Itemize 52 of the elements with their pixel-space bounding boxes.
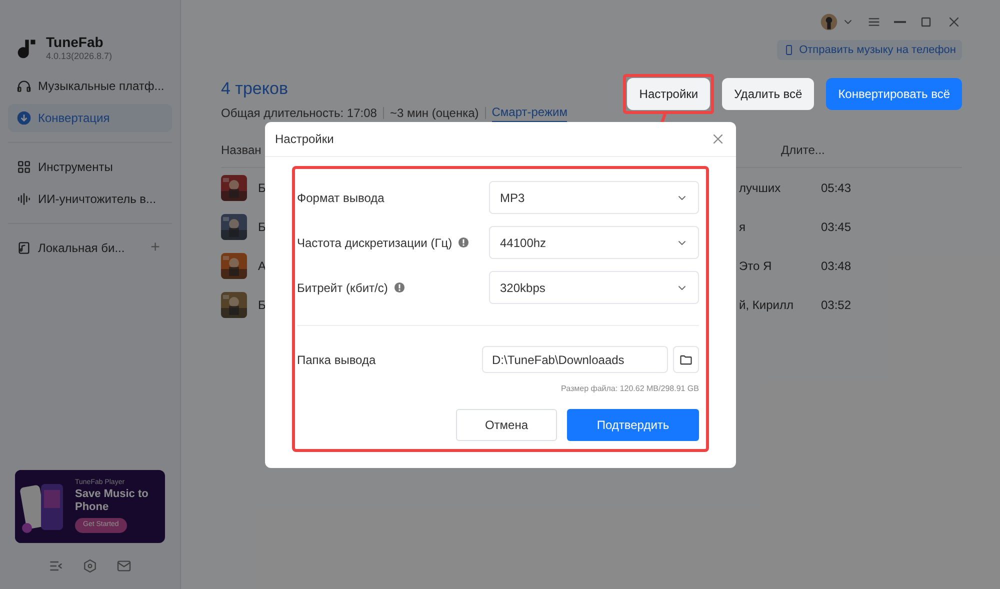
cancel-button[interactable]: Отмена: [456, 409, 557, 441]
toolbar-button[interactable]: Удалить всё: [722, 78, 814, 110]
track-title: Б: [258, 218, 267, 236]
track-duration: 05:43: [821, 180, 852, 196]
column-header: Длите...: [781, 142, 825, 158]
track-artist: я: [739, 218, 746, 236]
folder-icon: [679, 352, 693, 366]
dialog-title: Настройки: [275, 131, 334, 148]
sidebar-item[interactable]: Инструменты: [8, 153, 172, 181]
app-name: TuneFab: [46, 34, 104, 50]
toolbar-button[interactable]: Настройки: [627, 78, 710, 110]
estimate-text: ~3 мин (оценка): [390, 104, 479, 122]
browse-folder-button[interactable]: [673, 346, 699, 373]
app-version: 4.0.13(2026.8.7): [46, 50, 112, 62]
field-label: Папка вывода: [297, 352, 376, 368]
download-icon: [16, 110, 32, 126]
track-title: Б: [258, 180, 267, 196]
dropdown[interactable]: MP3: [489, 181, 699, 214]
minimize-icon: [894, 21, 906, 23]
column-header: Назван: [221, 142, 262, 158]
toolbar-button[interactable]: Конвертировать всё: [826, 78, 962, 110]
add-button[interactable]: +: [150, 236, 164, 260]
send-to-phone-button[interactable]: Отправить музыку на телефон: [777, 40, 962, 60]
folder-path-field[interactable]: D:\TuneFab\Downloaads: [482, 346, 668, 373]
file-size-text: Размер файла: 120.62 MB/298.91 GB: [561, 383, 699, 395]
settings-icon: [82, 558, 98, 574]
mail-icon: [116, 558, 132, 574]
dropdown[interactable]: 320kbps: [489, 271, 699, 304]
promo-headline: Save Music to Phone: [75, 488, 150, 514]
confirm-button[interactable]: Подтвердить: [567, 409, 699, 441]
track-count: 4 треков: [221, 78, 289, 100]
sidebar-item[interactable]: Музыкальные платф...: [8, 72, 172, 100]
logo-icon: [16, 37, 38, 59]
field-label: Частота дискретизации (Гц): [297, 234, 452, 252]
sidebar-item[interactable]: Локальная би... +: [8, 234, 172, 262]
grid-icon: [16, 159, 32, 175]
track-duration: 03:45: [821, 218, 852, 236]
track-artist: Это Я: [739, 258, 773, 274]
waveform-icon: [16, 191, 32, 207]
sidebar-item[interactable]: ИИ-уничтожитель в...: [8, 185, 172, 213]
track-artist: й, Кирилл: [739, 296, 794, 314]
field-label: Формат вывода: [297, 190, 384, 206]
track-duration: 03:48: [821, 258, 852, 274]
total-duration: Общая длительность: 17:08: [221, 104, 377, 122]
track-title: Б: [258, 296, 267, 314]
sidebar-item[interactable]: Конвертация: [8, 104, 172, 132]
track-artist: лучших: [739, 180, 782, 196]
library-icon: [16, 240, 32, 256]
headphones-icon: [16, 78, 32, 94]
track-duration: 03:52: [821, 296, 852, 314]
field-label: Битрейт (кбит/с): [297, 280, 388, 296]
dropdown[interactable]: 44100hz: [489, 226, 699, 259]
